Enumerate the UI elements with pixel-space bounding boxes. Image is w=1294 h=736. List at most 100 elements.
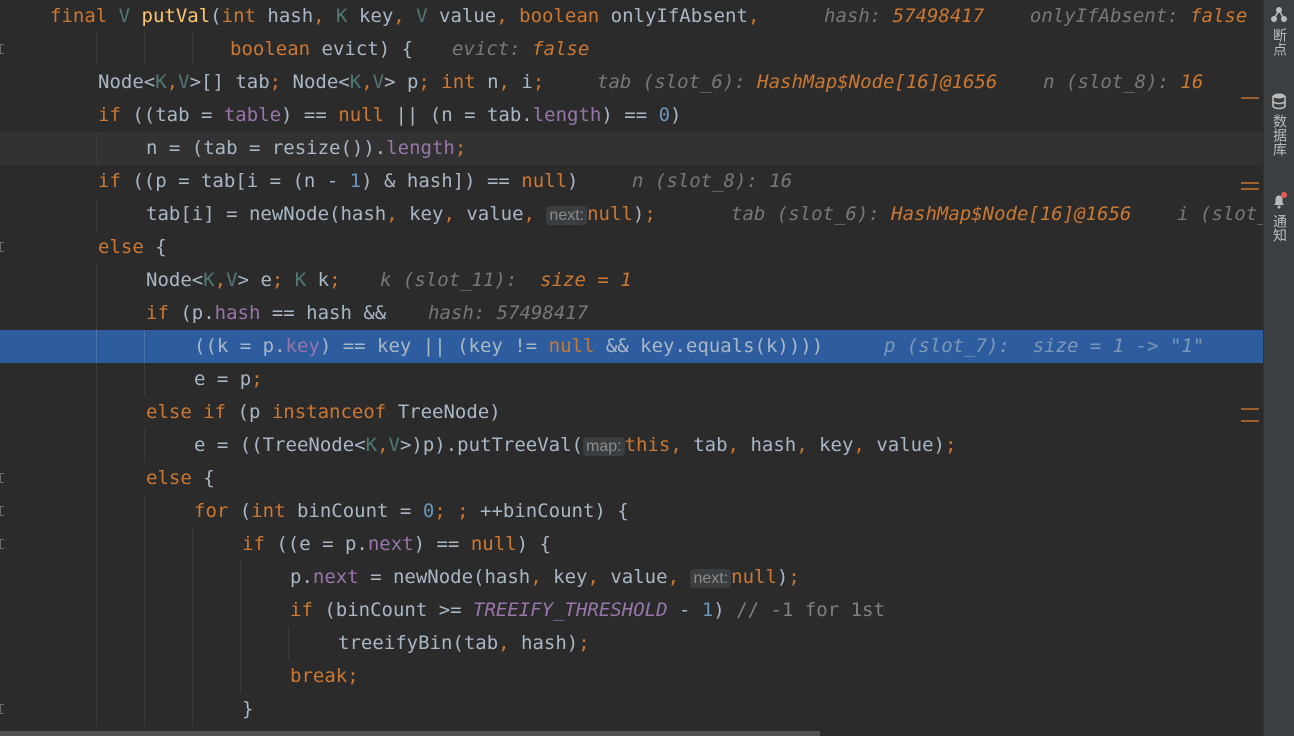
code-token: V [178,71,190,93]
indent-guide [144,627,145,660]
parameter-hint: map: [582,437,625,456]
code-line[interactable]: else if (p instanceof TreeNode) [0,396,1263,429]
code-token: K [155,71,167,93]
code-line[interactable]: treeifyBin(tab, hash); [0,627,1263,660]
indent-guide [96,396,97,429]
breakpoints-tool-button[interactable]: 断点 [1264,6,1294,56]
notifications-tool-button[interactable]: 通知 [1264,192,1294,242]
code-token: ) { [516,533,551,555]
code-token: next [312,566,371,588]
fold-marker[interactable] [0,473,4,483]
code-text: tab[i] = newNode(hash, key, value, next:… [146,198,656,231]
code-token: value) [876,434,945,456]
code-token: { [155,236,167,258]
code-line[interactable]: if ((e = p.next) == null) { [0,528,1263,561]
code-token: key [819,434,854,456]
code-token: , [530,566,554,588]
code-text: if ((tab = table) == null || (n = tab.le… [98,99,681,132]
code-token: for [194,500,240,522]
code-token: ((p = tab[i = (n - [132,170,350,192]
code-token: K [294,269,318,291]
code-token: , [853,434,877,456]
indent-guide [240,561,241,594]
code-token: binCount = [296,500,423,522]
inline-debug-values[interactable]: hash: 57498417 [428,297,588,330]
indent-guide [96,462,97,495]
code-text: ((k = p.key) == key || (key != null && k… [194,330,823,363]
code-token: ; [269,71,293,93]
fold-marker[interactable] [0,242,4,252]
code-line[interactable]: p.next = newNode(hash, key, value, next:… [0,561,1263,594]
code-token: hash) [521,632,579,654]
code-line[interactable]: tab[i] = newNode(hash, key, value, next:… [0,198,1263,231]
execution-point-line[interactable]: ((k = p.key) == key || (key != null && k… [0,330,1263,363]
inline-debug-values[interactable]: tab (slot_6): HashMap$Node[16]@1656 i (s… [731,198,1263,231]
code-token: break [290,665,348,687]
code-line[interactable]: else { [0,231,1263,264]
fold-marker[interactable] [0,44,4,54]
code-token: value [610,566,668,588]
horizontal-scrollbar[interactable] [0,731,820,736]
database-tool-button[interactable]: 数据库 [1264,92,1294,156]
code-line[interactable]: e = p; [0,363,1263,396]
fold-marker[interactable] [0,704,4,714]
indent-guide [144,660,145,693]
indent-guide [144,561,145,594]
inline-debug-values[interactable]: evict: false [452,33,589,66]
code-token: ) == [281,104,339,126]
code-token: ((tab = [132,104,224,126]
code-token: (p. [180,302,215,324]
code-line[interactable]: boolean evict) {evict: false [0,33,1263,66]
right-tool-strip: 断点 数据库 通知 [1263,0,1294,736]
error-stripe-mark[interactable] [1241,420,1259,422]
code-token: , [587,566,611,588]
inline-debug-values[interactable]: n (slot_8): 16 [632,165,792,198]
inline-debug-values[interactable]: k (slot_11): size = 1 [380,264,632,297]
code-token: if [98,170,133,192]
code-token: instanceof [271,401,398,423]
code-line[interactable]: } [0,693,1263,726]
code-line[interactable]: for (int binCount = 0; ; ++binCount) { [0,495,1263,528]
indent-guide [96,132,97,165]
code-line[interactable]: else { [0,462,1263,495]
code-token: else [146,467,204,489]
code-line[interactable]: Node<K,V>[] tab; Node<K,V> p; int n, i; t… [0,66,1263,99]
code-token: key [553,566,588,588]
code-token: (binCount >= [324,599,474,621]
code-token: ; [644,203,656,225]
breakpoints-icon [1271,7,1287,22]
code-token: { [203,467,215,489]
code-line[interactable]: break; [0,660,1263,693]
code-token: = newNode(hash [370,566,531,588]
code-token: - [678,599,702,621]
error-stripe-mark[interactable] [1241,408,1259,410]
code-line[interactable]: if (binCount >= TREEIFY_THRESHOLD - 1) /… [0,594,1263,627]
code-token: this [624,434,671,456]
code-token: , [670,434,694,456]
error-stripe-mark[interactable] [1241,188,1259,190]
inline-debug-values[interactable]: tab (slot_6): HashMap$Node[16]@1656 n (s… [597,66,1203,99]
code-line[interactable]: if ((p = tab[i = (n - 1) & hash]) == nul… [0,165,1263,198]
fold-marker[interactable] [0,539,4,549]
indent-guide [96,363,97,396]
code-line[interactable]: n = (tab = resize()).length; [0,132,1263,165]
code-text: if (binCount >= TREEIFY_THRESHOLD - 1) /… [290,594,885,627]
code-token: null [521,170,568,192]
error-stripe-mark[interactable] [1241,182,1259,184]
code-line[interactable]: e = ((TreeNode<K,V>)p).putTreeVal(map: th… [0,429,1263,462]
error-stripe-mark[interactable] [1241,97,1259,99]
debug-value-text: hash: [824,5,893,27]
code-line[interactable]: if (p.hash == hash && hash: 57498417 [0,297,1263,330]
code-token: V [372,71,385,93]
code-line[interactable]: if ((tab = table) == null || (n = tab.le… [0,99,1263,132]
inline-debug-values[interactable]: p (slot_7): size = 1 -> "1" [884,330,1204,363]
code-editor[interactable]: final V putVal(int hash, K key, V value,… [0,0,1263,736]
code-token: ) [567,170,579,192]
fold-marker[interactable] [0,506,4,516]
inline-debug-values[interactable]: hash: 57498417 onlyIfAbsent: false [824,0,1247,33]
code-line[interactable]: Node<K,V> e; K k; k (slot_11): size = 1 [0,264,1263,297]
code-token: key [358,5,394,27]
code-token: K [203,269,215,291]
code-line[interactable]: final V putVal(int hash, K key, V value,… [0,0,1263,33]
parameter-hint: next: [690,569,732,588]
